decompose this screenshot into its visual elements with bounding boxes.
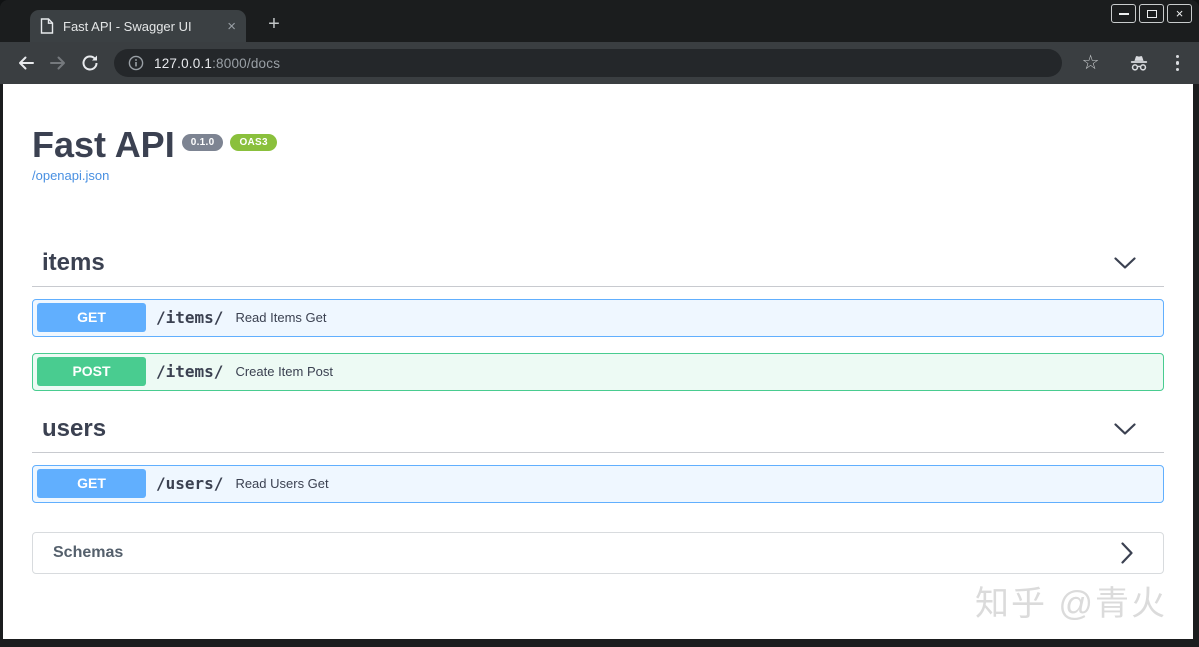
toolbar-right: ☆ — [1082, 53, 1189, 73]
maximize-icon — [1147, 10, 1157, 18]
url-text: 127.0.0.1:8000/docs — [154, 56, 280, 71]
page-content: Fast API 0.1.0 OAS3 /openapi.json items GE… — [3, 84, 1193, 639]
chevron-down-icon — [1114, 423, 1136, 435]
bookmark-star-icon[interactable]: ☆ — [1082, 53, 1100, 73]
method-badge: POST — [37, 357, 146, 386]
tag-name: items — [42, 249, 105, 277]
tag-section-users: users GET /users/ Read Users Get — [32, 407, 1164, 503]
reload-icon — [80, 53, 100, 73]
tab-close-icon[interactable]: × — [227, 19, 236, 34]
close-button[interactable]: × — [1167, 4, 1192, 23]
version-badge: 0.1.0 — [182, 134, 224, 151]
browser-toolbar: 127.0.0.1:8000/docs ☆ — [0, 42, 1199, 84]
api-info: Fast API 0.1.0 OAS3 /openapi.json — [32, 125, 1164, 185]
method-badge: GET — [37, 303, 146, 332]
tag-section-items: items GET /items/ Read Items Get POST /i… — [32, 241, 1164, 391]
tag-header-items[interactable]: items — [32, 241, 1164, 287]
opblock-get-items[interactable]: GET /items/ Read Items Get — [32, 299, 1164, 337]
page-favicon-icon — [40, 18, 54, 34]
browser-tab[interactable]: Fast API - Swagger UI × — [30, 10, 246, 42]
tag-name: users — [42, 415, 106, 443]
method-badge: GET — [37, 469, 146, 498]
operation-path: /items/ — [156, 362, 223, 381]
chevron-down-icon — [1114, 257, 1136, 269]
tab-title: Fast API - Swagger UI — [63, 19, 221, 34]
close-icon: × — [1176, 7, 1184, 20]
operation-path: /users/ — [156, 474, 223, 493]
site-info-icon[interactable] — [128, 55, 144, 71]
url-path: :8000/docs — [212, 56, 280, 71]
schemas-label: Schemas — [53, 544, 123, 562]
openapi-json-link[interactable]: /openapi.json — [32, 168, 109, 183]
url-host: 127.0.0.1 — [154, 56, 212, 71]
schemas-section[interactable]: Schemas — [32, 532, 1164, 574]
chevron-right-icon — [1121, 542, 1133, 564]
window-controls: × — [1111, 4, 1192, 23]
forward-icon — [48, 53, 68, 73]
back-button[interactable] — [10, 47, 42, 79]
operation-summary: Read Users Get — [235, 476, 328, 491]
browser-menu-icon[interactable] — [1176, 55, 1180, 72]
back-icon — [16, 53, 36, 73]
minimize-button[interactable] — [1111, 4, 1136, 23]
opblock-post-items[interactable]: POST /items/ Create Item Post — [32, 353, 1164, 391]
incognito-icon — [1128, 53, 1150, 73]
opblock-get-users[interactable]: GET /users/ Read Users Get — [32, 465, 1164, 503]
operation-path: /items/ — [156, 308, 223, 327]
operation-summary: Create Item Post — [235, 364, 333, 379]
tab-strip: Fast API - Swagger UI × + × — [0, 0, 1199, 42]
swagger-ui: Fast API 0.1.0 OAS3 /openapi.json items GE… — [3, 84, 1193, 574]
api-title-text: Fast API — [32, 124, 175, 165]
reload-button[interactable] — [74, 47, 106, 79]
tag-header-users[interactable]: users — [32, 407, 1164, 453]
oas-badge: OAS3 — [230, 134, 276, 151]
browser-window: Fast API - Swagger UI × + × — [0, 0, 1199, 647]
minimize-icon — [1119, 13, 1129, 15]
new-tab-button[interactable]: + — [262, 13, 286, 37]
maximize-button[interactable] — [1139, 4, 1164, 23]
url-bar[interactable]: 127.0.0.1:8000/docs — [114, 49, 1062, 77]
api-title: Fast API 0.1.0 OAS3 — [32, 125, 1164, 165]
forward-button[interactable] — [42, 47, 74, 79]
operation-summary: Read Items Get — [235, 310, 326, 325]
watermark: 知乎 @青火 — [975, 576, 1167, 625]
